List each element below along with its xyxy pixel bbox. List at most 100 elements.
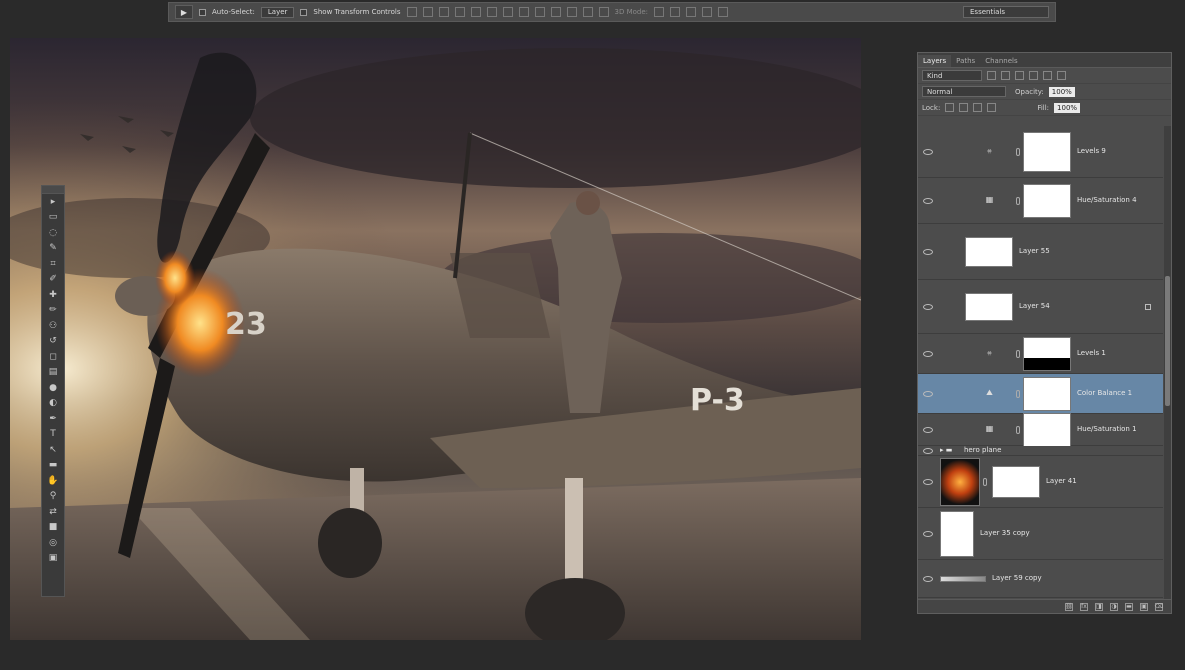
layer-thumbnail[interactable] bbox=[965, 237, 1013, 267]
mask-link-icon[interactable] bbox=[1016, 350, 1020, 358]
auto-select-checkbox[interactable] bbox=[199, 8, 206, 16]
distribute-right-icon[interactable] bbox=[582, 7, 593, 17]
layer-thumbnail[interactable] bbox=[1023, 413, 1071, 447]
type-tool-icon[interactable]: T bbox=[42, 427, 64, 443]
filter-smartobject-icon[interactable] bbox=[1043, 71, 1052, 80]
distribute-hcenter-icon[interactable] bbox=[566, 7, 577, 17]
distribute-top-icon[interactable] bbox=[502, 7, 513, 17]
layer-row[interactable]: ▦ Hue/Saturation 4 bbox=[918, 178, 1163, 224]
layers-scrollbar[interactable] bbox=[1164, 126, 1171, 601]
align-bottom-icon[interactable] bbox=[438, 7, 449, 17]
align-left-icon[interactable] bbox=[454, 7, 465, 17]
screen-mode-icon[interactable]: ▣ bbox=[42, 551, 64, 567]
path-select-tool-icon[interactable]: ↖ bbox=[42, 442, 64, 458]
move-tool-icon[interactable]: ▸ bbox=[42, 194, 64, 210]
eraser-tool-icon[interactable]: ◻ bbox=[42, 349, 64, 365]
layer-thumbnail[interactable] bbox=[1023, 337, 1071, 371]
layer-row[interactable]: ⛰ Color Balance 1 bbox=[918, 374, 1163, 414]
layer-thumbnail[interactable] bbox=[1023, 184, 1071, 218]
3d-rotate-icon[interactable] bbox=[654, 7, 665, 17]
filter-toggle-icon[interactable] bbox=[1057, 71, 1066, 80]
mask-icon[interactable]: ◨ bbox=[1095, 602, 1103, 611]
visibility-eye-icon[interactable] bbox=[923, 427, 933, 433]
zoom-tool-icon[interactable]: ⚲ bbox=[42, 489, 64, 505]
layer-row[interactable]: Layer 59 copy bbox=[918, 560, 1163, 598]
tab-channels[interactable]: Channels bbox=[980, 55, 1022, 67]
visibility-eye-icon[interactable] bbox=[923, 304, 933, 310]
layer-thumbnail[interactable] bbox=[1023, 377, 1071, 411]
scrollbar-thumb[interactable] bbox=[1165, 276, 1170, 406]
visibility-eye-icon[interactable] bbox=[923, 479, 933, 485]
layer-thumbnail[interactable] bbox=[940, 511, 974, 557]
crop-tool-icon[interactable]: ⌗ bbox=[42, 256, 64, 272]
filter-kind-dropdown[interactable]: Kind bbox=[922, 70, 982, 81]
gradient-tool-icon[interactable]: ▤ bbox=[42, 365, 64, 381]
layer-thumbnail[interactable] bbox=[940, 458, 980, 506]
mask-link-icon[interactable] bbox=[1016, 197, 1020, 205]
visibility-eye-icon[interactable] bbox=[923, 198, 933, 204]
layer-row[interactable]: Layer 55 bbox=[918, 224, 1163, 280]
mask-link-icon[interactable] bbox=[1016, 426, 1020, 434]
visibility-eye-icon[interactable] bbox=[923, 448, 933, 454]
mask-link-icon[interactable] bbox=[1016, 390, 1020, 398]
lock-pixels-icon[interactable] bbox=[959, 103, 969, 112]
fill-field[interactable]: 100% bbox=[1054, 102, 1081, 113]
align-hcenter-icon[interactable] bbox=[470, 7, 481, 17]
auto-align-icon[interactable] bbox=[598, 7, 609, 17]
opacity-field[interactable]: 100% bbox=[1048, 86, 1075, 97]
visibility-eye-icon[interactable] bbox=[923, 149, 933, 155]
distribute-bottom-icon[interactable] bbox=[534, 7, 545, 17]
3d-drag-icon[interactable] bbox=[686, 7, 697, 17]
auto-select-target-dropdown[interactable]: Layer bbox=[260, 6, 295, 18]
layer-thumbnail[interactable] bbox=[1023, 132, 1071, 172]
layer-row[interactable]: Layer 41 bbox=[918, 456, 1163, 508]
folder-icon[interactable]: ▬ bbox=[1125, 602, 1133, 611]
group-folder-icon[interactable]: ▸ ▬ bbox=[940, 446, 952, 454]
blend-mode-dropdown[interactable]: Normal bbox=[922, 86, 1006, 97]
filter-adjustment-icon[interactable] bbox=[1001, 71, 1010, 80]
layer-mask-thumbnail[interactable] bbox=[992, 466, 1040, 498]
lock-position-icon[interactable] bbox=[973, 103, 983, 112]
clone-stamp-tool-icon[interactable]: ⚇ bbox=[42, 318, 64, 334]
layer-row[interactable]: ▦ Hue/Saturation 1 bbox=[918, 413, 1163, 447]
layer-thumbnail[interactable] bbox=[965, 293, 1013, 321]
tab-layers[interactable]: Layers bbox=[918, 55, 952, 67]
history-brush-tool-icon[interactable]: ↺ bbox=[42, 334, 64, 350]
tools-panel-grip[interactable] bbox=[42, 186, 64, 194]
document-canvas[interactable]: 23 P-3 bbox=[10, 38, 861, 640]
filter-pixel-icon[interactable] bbox=[987, 71, 996, 80]
move-tool-preset[interactable]: ▶ bbox=[175, 5, 193, 19]
tab-paths[interactable]: Paths bbox=[951, 55, 980, 67]
distribute-vcenter-icon[interactable] bbox=[518, 7, 529, 17]
3d-slide-icon[interactable] bbox=[702, 7, 713, 17]
eyedropper-tool-icon[interactable]: ✐ bbox=[42, 272, 64, 288]
align-right-icon[interactable] bbox=[486, 7, 497, 17]
visibility-eye-icon[interactable] bbox=[923, 249, 933, 255]
filter-type-icon[interactable] bbox=[1015, 71, 1024, 80]
lock-all-icon[interactable] bbox=[987, 103, 997, 112]
layer-row[interactable]: ⩷ Levels 9 bbox=[918, 126, 1163, 178]
quick-select-tool-icon[interactable]: ✎ bbox=[42, 241, 64, 257]
swap-colors-icon[interactable]: ⇄ bbox=[42, 504, 64, 520]
visibility-eye-icon[interactable] bbox=[923, 576, 933, 582]
new-layer-icon[interactable]: ▣ bbox=[1140, 602, 1148, 611]
layer-row[interactable]: ⩷ Levels 1 bbox=[918, 334, 1163, 374]
visibility-eye-icon[interactable] bbox=[923, 531, 933, 537]
pen-tool-icon[interactable]: ✒ bbox=[42, 411, 64, 427]
visibility-eye-icon[interactable] bbox=[923, 351, 933, 357]
layer-row[interactable]: ▸ ▬ hero plane bbox=[918, 446, 1163, 456]
distribute-left-icon[interactable] bbox=[550, 7, 561, 17]
3d-scale-icon[interactable] bbox=[718, 7, 729, 17]
mask-link-icon[interactable] bbox=[1016, 148, 1020, 156]
lock-transparent-icon[interactable] bbox=[945, 103, 955, 112]
fx-icon[interactable]: fx bbox=[1080, 602, 1088, 611]
color-swatches-icon[interactable]: ■ bbox=[42, 520, 64, 536]
hand-tool-icon[interactable]: ✋ bbox=[42, 473, 64, 489]
trash-icon[interactable]: ⌫ bbox=[1155, 602, 1163, 611]
quick-mask-icon[interactable]: ◎ bbox=[42, 535, 64, 551]
align-top-icon[interactable] bbox=[406, 7, 417, 17]
link-icon[interactable]: ⛓ bbox=[1065, 602, 1073, 611]
lasso-tool-icon[interactable]: ◌ bbox=[42, 225, 64, 241]
filter-shape-icon[interactable] bbox=[1029, 71, 1038, 80]
3d-roll-icon[interactable] bbox=[670, 7, 681, 17]
